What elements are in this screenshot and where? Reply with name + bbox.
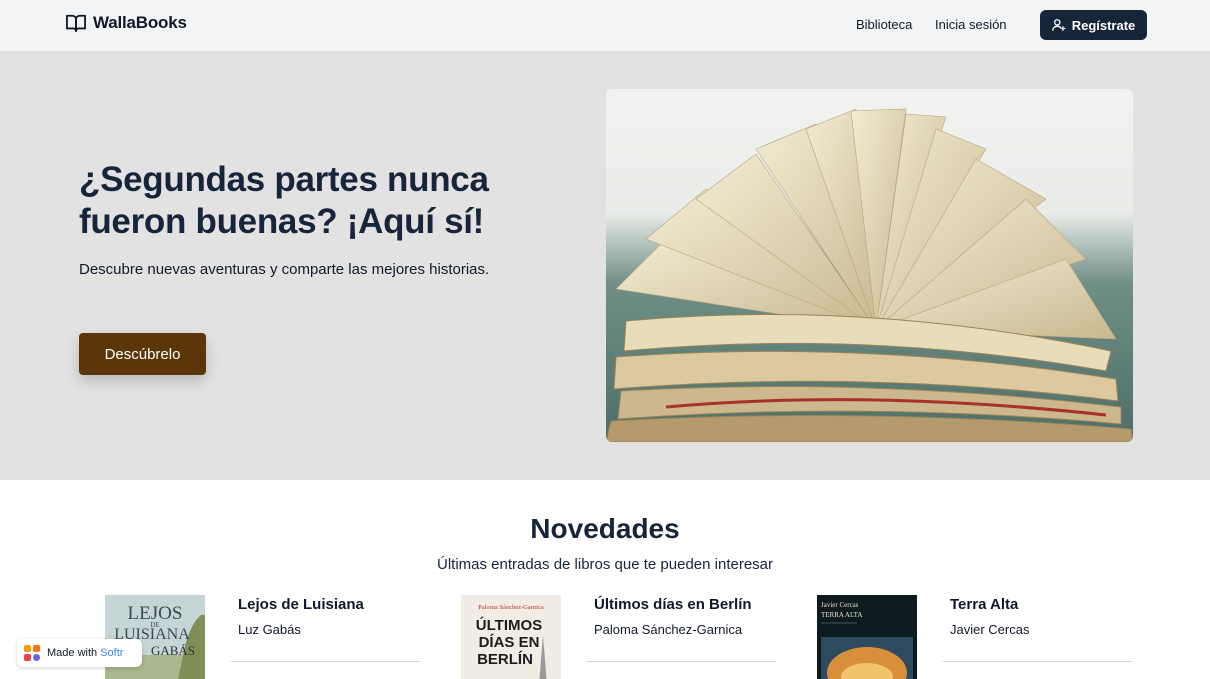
svg-text:Paloma Sánchez-Garnica: Paloma Sánchez-Garnica bbox=[478, 604, 544, 611]
signup-button[interactable]: Regístrate bbox=[1040, 10, 1147, 40]
hero-books-image bbox=[606, 89, 1133, 442]
book-title[interactable]: Lejos de Luisiana bbox=[238, 596, 364, 613]
made-with-softr-badge[interactable]: Made with Softr bbox=[17, 639, 142, 667]
book-card[interactable]: LEJOS DE LUISIANA GABÁS Lejos de Luisian… bbox=[105, 595, 445, 679]
book-cover: Javier Cercas TERRA ALTA bbox=[817, 595, 917, 679]
signup-label: Regístrate bbox=[1071, 17, 1136, 33]
brand-name: WallaBooks bbox=[93, 13, 187, 32]
badge-text: Made with Softr bbox=[47, 647, 124, 659]
brand-logo-link[interactable]: WallaBooks bbox=[65, 13, 187, 33]
svg-text:DÍAS EN: DÍAS EN bbox=[479, 634, 540, 651]
section-title: Novedades bbox=[530, 513, 680, 544]
book-title[interactable]: Últimos días en Berlín bbox=[594, 596, 752, 613]
divider bbox=[943, 661, 1132, 662]
hero-section: ¿Segundas partes nunca fueron buenas? ¡A… bbox=[0, 51, 1210, 480]
divider bbox=[587, 661, 776, 662]
top-navbar: WallaBooks Biblioteca Inicia sesión Regí… bbox=[0, 0, 1210, 51]
nav-link-login[interactable]: Inicia sesión bbox=[935, 17, 1007, 32]
open-book-icon bbox=[66, 14, 86, 33]
hero-title: ¿Segundas partes nunca fueron buenas? ¡A… bbox=[79, 160, 489, 241]
section-subtitle: Últimas entradas de libros que te pueden… bbox=[436, 556, 774, 573]
svg-text:BERLÍN: BERLÍN bbox=[477, 651, 533, 668]
divider bbox=[231, 661, 420, 662]
svg-text:GABÁS: GABÁS bbox=[151, 643, 195, 658]
book-title[interactable]: Terra Alta bbox=[950, 596, 1018, 613]
book-cover: Paloma Sánchez-Garnica ÚLTIMOS DÍAS EN B… bbox=[461, 595, 561, 679]
hero-subtitle: Descubre nuevas aventuras y comparte las… bbox=[79, 261, 490, 278]
book-author: Javier Cercas bbox=[950, 622, 1030, 637]
svg-text:Javier Cercas: Javier Cercas bbox=[821, 601, 859, 609]
user-plus-icon bbox=[1051, 19, 1066, 31]
book-author: Paloma Sánchez-Garnica bbox=[594, 622, 743, 637]
discover-button[interactable]: Descúbrelo bbox=[79, 333, 206, 375]
svg-text:ÚLTIMOS: ÚLTIMOS bbox=[476, 616, 542, 634]
svg-text:TERRA ALTA: TERRA ALTA bbox=[821, 611, 862, 619]
softr-logo-icon bbox=[24, 645, 40, 661]
book-card[interactable]: Paloma Sánchez-Garnica ÚLTIMOS DÍAS EN B… bbox=[461, 595, 801, 679]
nav-link-biblioteca[interactable]: Biblioteca bbox=[856, 17, 912, 32]
book-author: Luz Gabás bbox=[238, 622, 301, 637]
book-card[interactable]: Javier Cercas TERRA ALTA Terra Alta Javi… bbox=[817, 595, 1157, 679]
